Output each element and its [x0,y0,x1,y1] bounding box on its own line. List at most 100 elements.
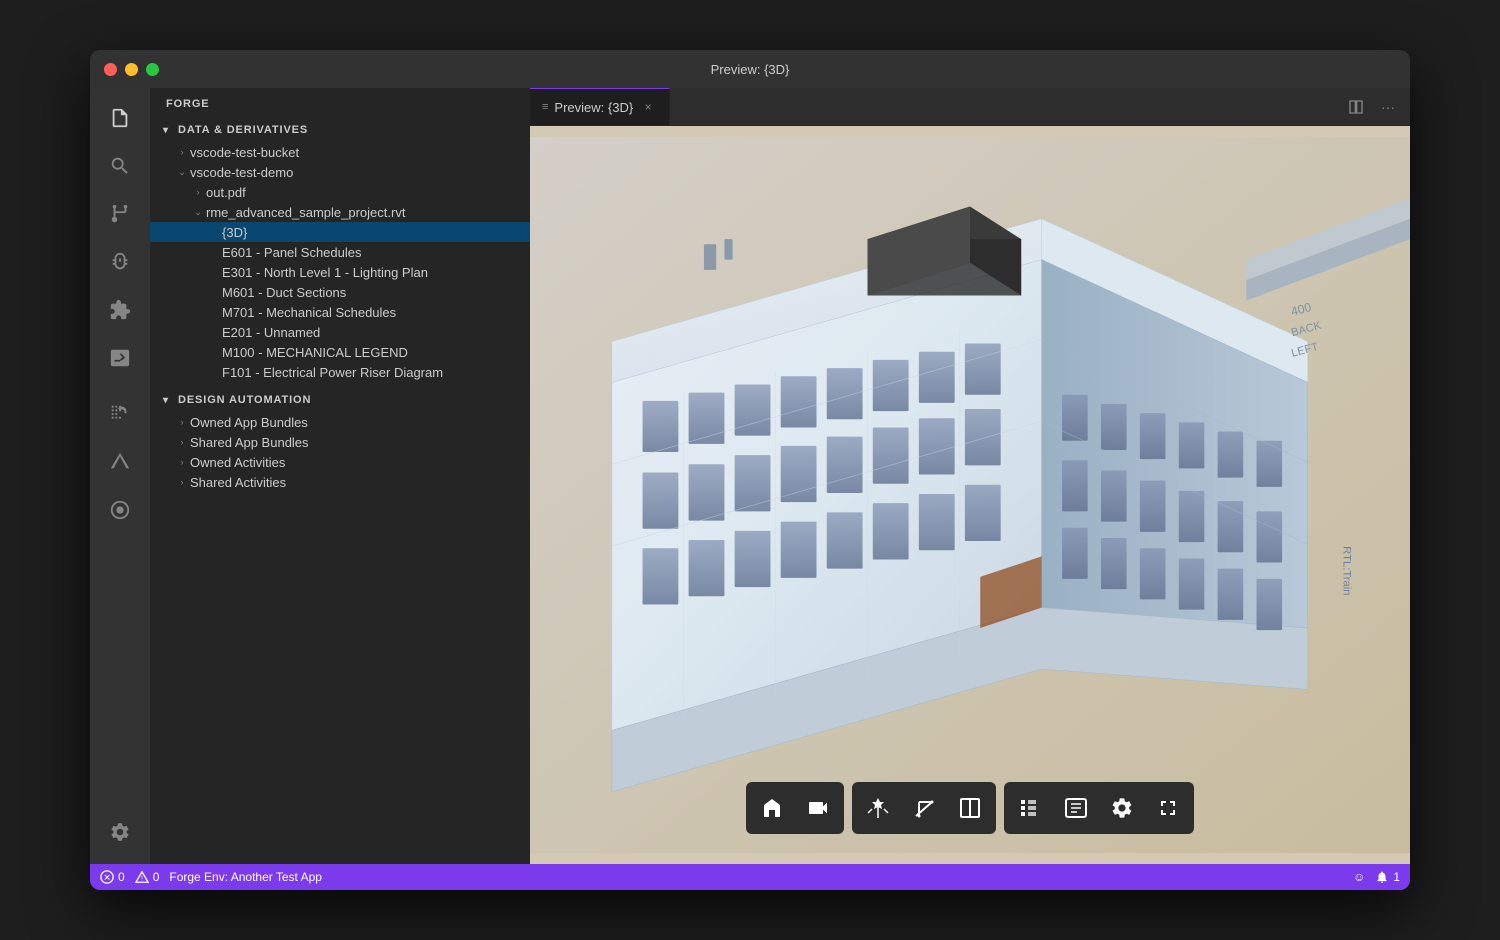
tree-item-owned-activities[interactable]: › Owned Activities [150,452,530,472]
item-label: vscode-test-demo [190,165,522,180]
warning-icon: ! [135,870,149,884]
tree-item-m601[interactable]: › M601 - Duct Sections [150,282,530,302]
forge-env[interactable]: Forge Env: Another Test App [169,870,322,884]
measure-button[interactable] [902,786,946,830]
item-label: E301 - North Level 1 - Lighting Plan [222,265,522,280]
toolbar-group-info [1004,782,1194,834]
search-icon[interactable] [98,144,142,188]
tree-item-out-pdf[interactable]: › out.pdf [150,182,530,202]
tree-item-vscode-test-demo[interactable]: ⌄ vscode-test-demo [150,162,530,182]
settings-icon[interactable] [98,810,142,854]
properties-button[interactable] [1054,786,1098,830]
tree-item-shared-app-bundles[interactable]: › Shared App Bundles [150,432,530,452]
tree-item-e201[interactable]: › E201 - Unnamed [150,322,530,342]
section-design-automation-label: DESIGN AUTOMATION [178,394,311,406]
item-label: Owned App Bundles [190,415,522,430]
tree-item-vscode-test-bucket[interactable]: › vscode-test-bucket [150,142,530,162]
status-bar: ✕ 0 ! 0 Forge Env: Another Test App ☺ 1 [90,864,1410,890]
item-label: M701 - Mechanical Schedules [222,305,522,320]
bell-count-label: 1 [1393,870,1400,884]
maximize-button[interactable] [146,63,159,76]
tree-item-e601[interactable]: › E601 - Panel Schedules [150,242,530,262]
forge-a-icon[interactable] [98,440,142,484]
tree-item-owned-app-bundles[interactable]: › Owned App Bundles [150,412,530,432]
chevron-down-icon: ⌄ [190,204,206,220]
more-actions-button[interactable]: ··· [1374,93,1402,121]
forge-circle-icon[interactable] [98,488,142,532]
section-button[interactable] [948,786,992,830]
toolbar-group-tools [852,782,996,834]
status-right: ☺ 1 [1353,870,1400,884]
section-design-automation[interactable]: ▾ DESIGN AUTOMATION [150,388,530,412]
files-icon[interactable] [98,96,142,140]
item-label: F101 - Electrical Power Riser Diagram [222,365,522,380]
sidebar: FORGE ▾ DATA & DERIVATIVES › vscode-test… [150,88,530,864]
chevron-down-icon: ▾ [158,122,174,138]
chevron-right-icon: › [174,414,190,430]
svg-text:✕: ✕ [103,873,110,883]
item-label: out.pdf [206,185,522,200]
section-data-derivatives-label: DATA & DERIVATIVES [178,124,308,136]
item-label: {3D} [222,225,522,240]
main-area: FORGE ▾ DATA & DERIVATIVES › vscode-test… [90,88,1410,864]
error-icon: ✕ [100,870,114,884]
debug-icon[interactable] [98,240,142,284]
explode-button[interactable] [856,786,900,830]
smiley-button[interactable]: ☺ [1353,870,1365,884]
forge-env-label: Forge Env: Another Test App [169,870,322,884]
window-controls [104,63,159,76]
chevron-right-icon: › [174,144,190,160]
source-control-icon[interactable] [98,192,142,236]
fullscreen-button[interactable] [1146,786,1190,830]
svg-text:RTL:Train: RTL:Train [1340,546,1352,595]
tree-item-m701[interactable]: › M701 - Mechanical Schedules [150,302,530,322]
tab-preview-3d[interactable]: ≡ Preview: {3D} × [530,88,670,125]
minimize-button[interactable] [125,63,138,76]
close-button[interactable] [104,63,117,76]
building-3d-view: 400 BACK LEFT RTL:Train [530,126,1410,864]
docker-icon[interactable] [98,392,142,436]
settings-viewer-button[interactable] [1100,786,1144,830]
terminal-icon[interactable] [98,336,142,380]
activity-bar [90,88,150,864]
tab-close-button[interactable]: × [639,98,657,116]
sidebar-content: ▾ DATA & DERIVATIVES › vscode-test-bucke… [150,118,530,864]
item-label: M601 - Duct Sections [222,285,522,300]
item-label: rme_advanced_sample_project.rvt [206,205,522,220]
titlebar: Preview: {3D} [90,50,1410,88]
item-label: E201 - Unnamed [222,325,522,340]
tab-label: Preview: {3D} [554,100,633,115]
tree-item-e301[interactable]: › E301 - North Level 1 - Lighting Plan [150,262,530,282]
extensions-icon[interactable] [98,288,142,332]
chevron-down-icon: ⌄ [174,164,190,180]
item-label: E601 - Panel Schedules [222,245,522,260]
item-label: Shared Activities [190,475,522,490]
app-window: Preview: {3D} [90,50,1410,890]
svg-text:!: ! [141,876,143,883]
bell-icon [1375,870,1389,884]
camera-button[interactable] [796,786,840,830]
tree-item-f101[interactable]: › F101 - Electrical Power Riser Diagram [150,362,530,382]
toolbar-group-view [746,782,844,834]
warning-count[interactable]: ! 0 [135,870,160,884]
chevron-right-icon: › [190,184,206,200]
section-data-derivatives[interactable]: ▾ DATA & DERIVATIVES [150,118,530,142]
error-count[interactable]: ✕ 0 [100,870,125,884]
warning-count-label: 0 [153,870,160,884]
tree-item-rme-rvt[interactable]: ⌄ rme_advanced_sample_project.rvt [150,202,530,222]
viewer-toolbar [746,782,1194,834]
split-editor-button[interactable] [1342,93,1370,121]
chevron-right-icon: › [174,474,190,490]
notification-bell[interactable]: 1 [1375,870,1400,884]
tree-item-m100[interactable]: › M100 - MECHANICAL LEGEND [150,342,530,362]
tree-item-shared-activities[interactable]: › Shared Activities [150,472,530,492]
home-view-button[interactable] [750,786,794,830]
tree-item-3d[interactable]: › {3D} [150,222,530,242]
model-tree-button[interactable] [1008,786,1052,830]
chevron-down-icon: ▾ [158,392,174,408]
editor-area: ≡ Preview: {3D} × ··· [530,88,1410,864]
tab-bar-actions: ··· [1334,88,1410,125]
sidebar-header: FORGE [150,88,530,118]
window-title: Preview: {3D} [711,62,790,77]
item-label: Owned Activities [190,455,522,470]
